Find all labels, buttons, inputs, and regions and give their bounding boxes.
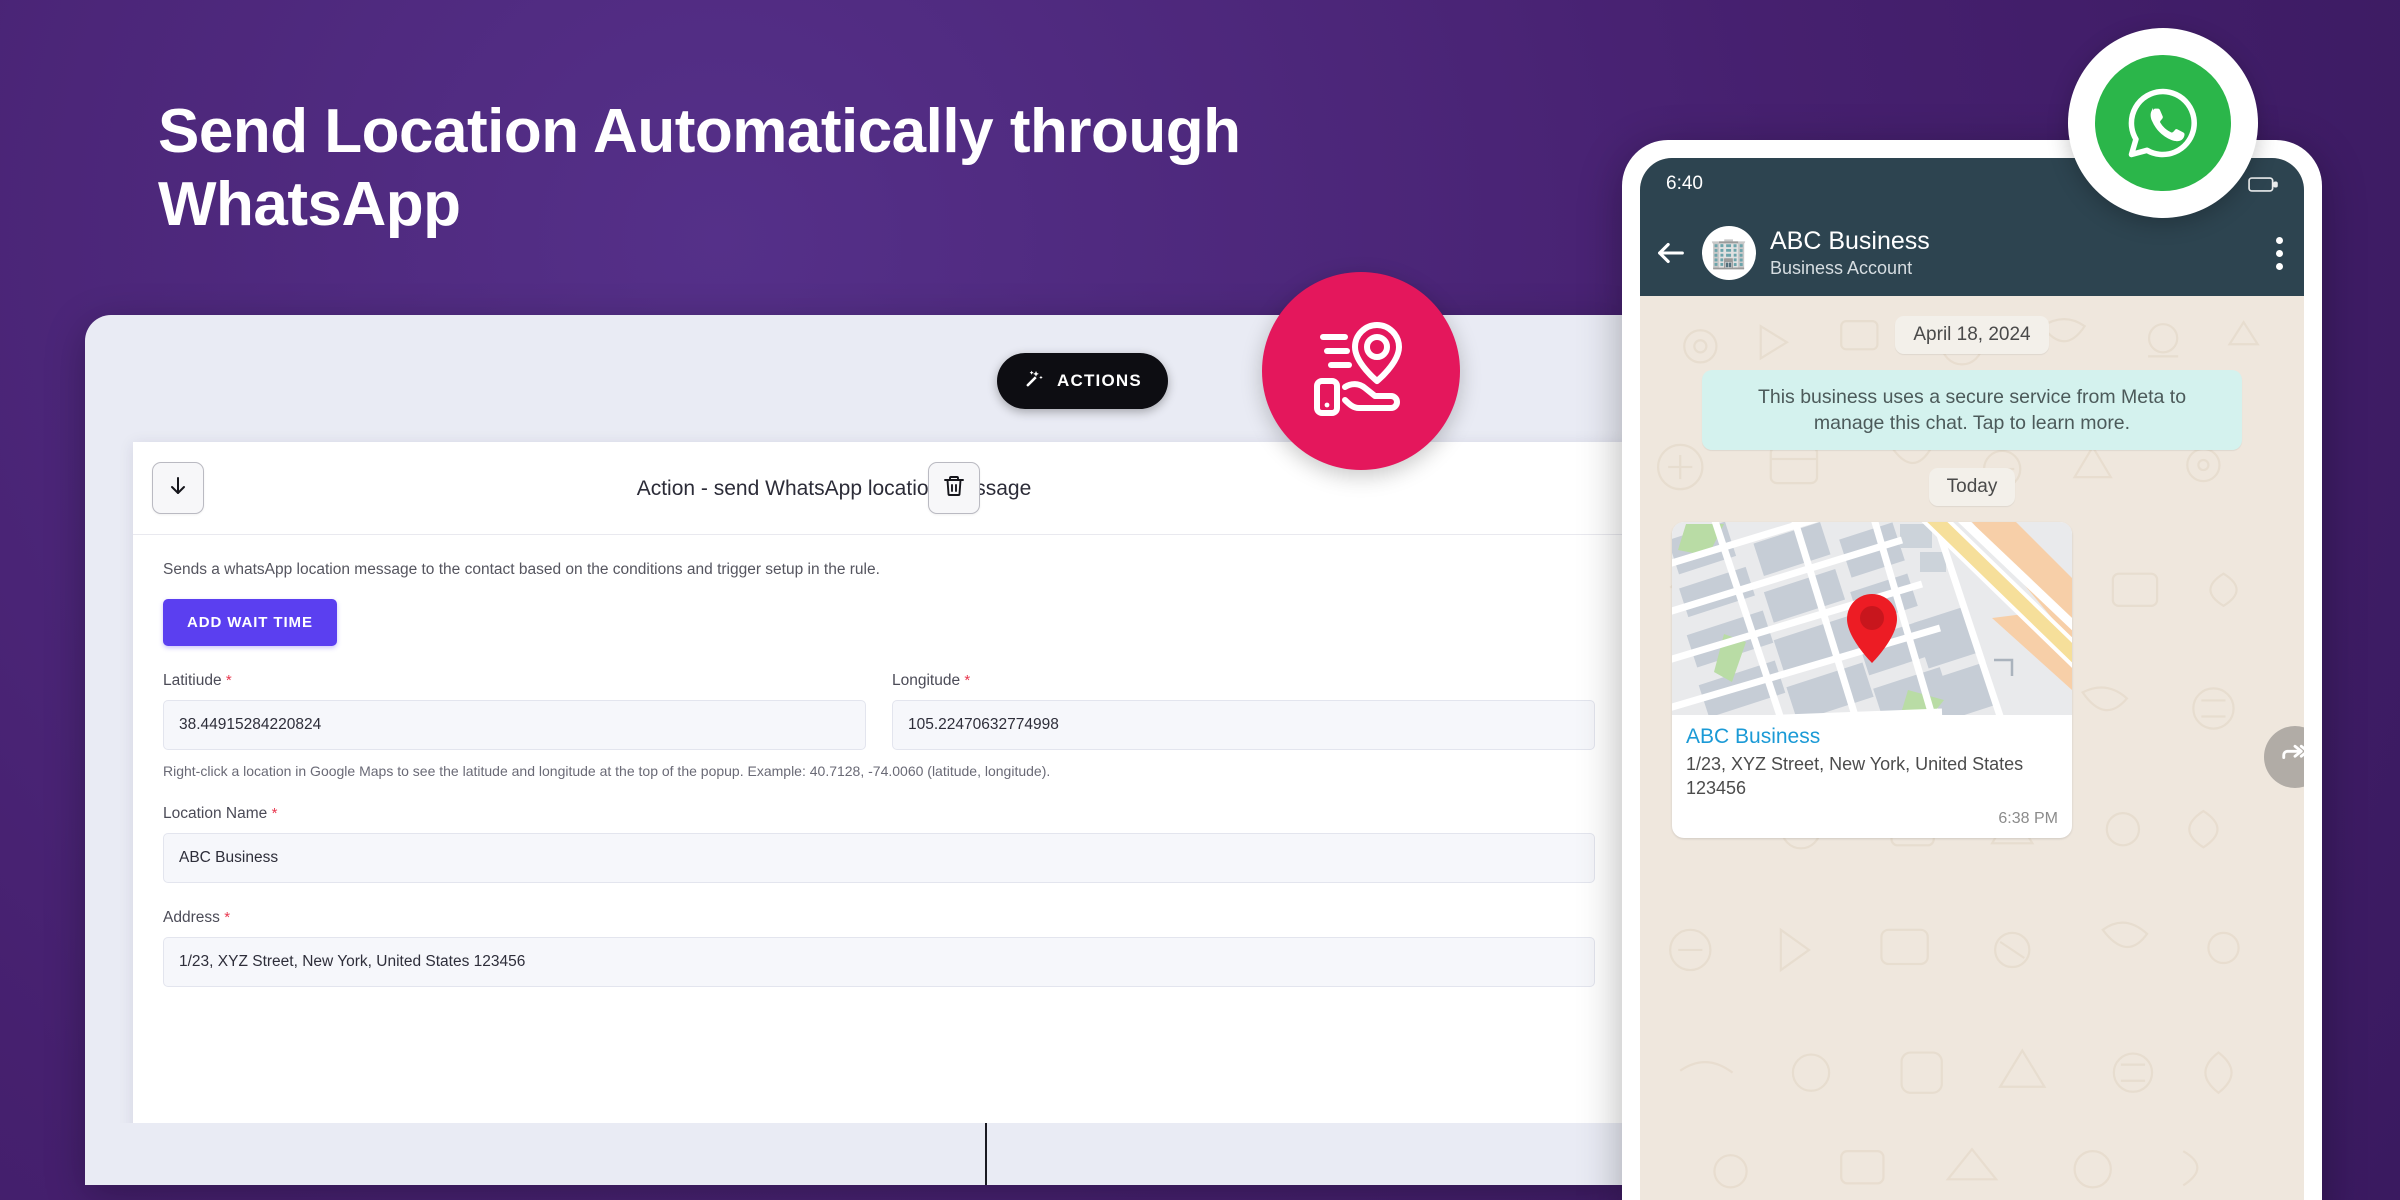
system-notice[interactable]: This business uses a secure service from… — [1702, 370, 2242, 451]
action-card-body: Sends a whatsApp location message to the… — [133, 535, 1625, 987]
actions-button[interactable]: ACTIONS — [997, 353, 1168, 409]
coordinates-row: Latitiude * Longitude * — [163, 672, 1595, 750]
address-row: Address * — [163, 909, 1595, 987]
phone-mockup: 6:40 🏢 ABC Business Business Account Apr… — [1622, 140, 2322, 1200]
action-description: Sends a whatsApp location message to the… — [163, 561, 880, 578]
contact-name: ABC Business — [1770, 227, 1930, 256]
location-message-bubble[interactable]: ABC Business 1/23, XYZ Street, New York,… — [1672, 522, 2072, 839]
location-feature-badge — [1262, 272, 1460, 470]
chat-contact-info[interactable]: ABC Business Business Account — [1770, 227, 2262, 279]
longitude-input[interactable] — [892, 700, 1595, 750]
actions-button-label: ACTIONS — [1057, 371, 1142, 390]
latitude-input[interactable] — [163, 700, 866, 750]
longitude-field-group: Longitude * — [892, 672, 1595, 750]
address-label: Address * — [163, 909, 231, 926]
latitude-label: Latitiude * — [163, 672, 232, 689]
hand-holding-location-pin-icon — [1301, 309, 1421, 434]
required-marker: * — [225, 672, 232, 689]
address-field-group: Address * — [163, 909, 1595, 987]
three-dots-menu-icon[interactable] — [2276, 236, 2284, 270]
page-title: Send Location Automatically through What… — [158, 97, 1241, 240]
message-timestamp: 6:38 PM — [1998, 810, 2058, 828]
magic-wand-icon — [1023, 368, 1045, 395]
back-arrow-icon[interactable] — [1654, 236, 1688, 270]
longitude-label: Longitude * — [892, 672, 971, 689]
address-input[interactable] — [163, 937, 1595, 987]
add-wait-time-button[interactable]: ADD WAIT TIME — [163, 599, 337, 646]
location-address: 1/23, XYZ Street, New York, United State… — [1686, 754, 2024, 798]
required-marker: * — [224, 909, 231, 926]
location-name-label: Location Name * — [163, 805, 278, 822]
location-name-input[interactable] — [163, 833, 1595, 883]
avatar[interactable]: 🏢 — [1702, 226, 1756, 280]
contact-subtitle: Business Account — [1770, 257, 1913, 278]
coordinates-hint: Right-click a location in Google Maps to… — [163, 763, 1051, 779]
battery-icon — [2248, 176, 2278, 192]
action-card: Action - send WhatsApp location Message … — [133, 442, 1625, 1152]
panel-divider — [985, 1123, 987, 1185]
required-marker: * — [964, 672, 971, 689]
today-chip: Today — [1928, 468, 2016, 507]
location-name-field-group: Location Name * — [163, 805, 1595, 883]
location-name-row: Location Name * — [163, 805, 1595, 883]
required-marker: * — [271, 805, 278, 822]
chat-body: April 18, 2024 This business uses a secu… — [1640, 296, 2304, 1200]
fast-forward-icon — [2280, 740, 2304, 775]
date-chip: April 18, 2024 — [1895, 316, 2049, 354]
panel-bottom-strip — [85, 1123, 1625, 1185]
latitude-field-group: Latitiude * — [163, 672, 866, 750]
map-thumbnail-with-pin — [1672, 522, 2072, 716]
delete-action-button[interactable] — [928, 462, 980, 514]
scroll-forward-button[interactable] — [2264, 726, 2304, 788]
status-time: 6:40 — [1666, 173, 1703, 194]
whatsapp-logo-icon — [2095, 55, 2231, 191]
phone-screen: 6:40 🏢 ABC Business Business Account Apr… — [1640, 158, 2304, 1200]
chat-header: 🏢 ABC Business Business Account — [1640, 210, 2304, 296]
whatsapp-logo-badge — [2068, 28, 2258, 218]
location-message-text: ABC Business 1/23, XYZ Street, New York,… — [1672, 715, 2072, 808]
location-title: ABC Business — [1686, 725, 1821, 749]
trash-icon — [942, 474, 966, 503]
